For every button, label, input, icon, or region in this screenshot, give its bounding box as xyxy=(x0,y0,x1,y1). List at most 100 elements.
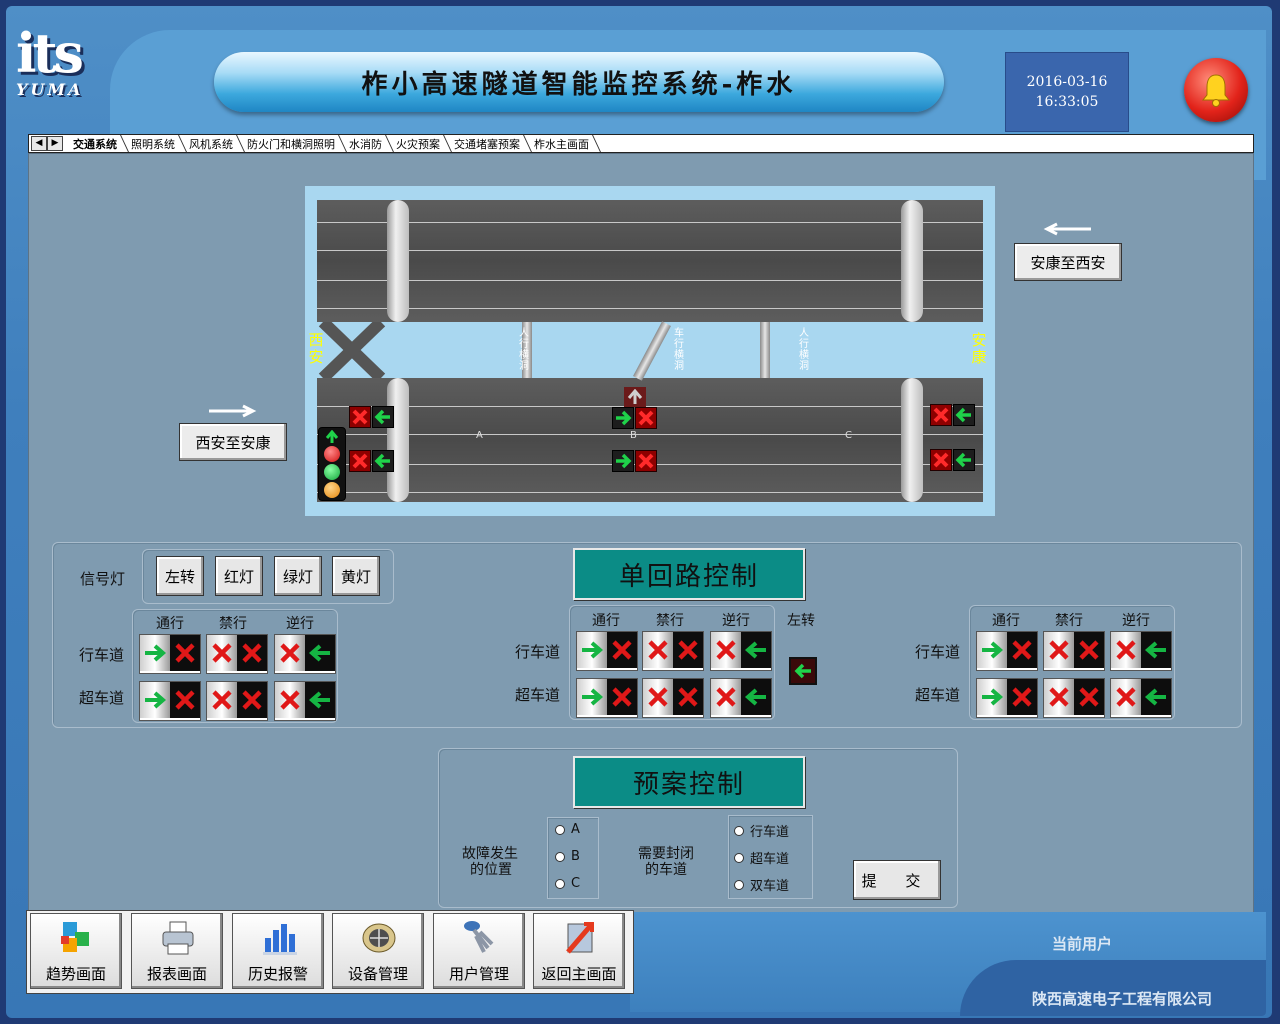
device-management-button[interactable]: 设备管理 xyxy=(332,913,424,989)
return-icon xyxy=(566,922,594,954)
lane-signal-reverse-drive-right[interactable] xyxy=(1110,631,1172,671)
history-alarm-button[interactable]: 历史报警 xyxy=(232,913,324,989)
title-bar: 柞小高速隧道智能监控系统-柞水 xyxy=(214,52,944,112)
passage-pipe-3 xyxy=(760,322,770,378)
plan-control-title: 预案控制 xyxy=(573,756,805,808)
passage-pipe-2 xyxy=(633,321,671,381)
lane-signal-pass-overtake-right[interactable] xyxy=(976,678,1038,718)
red-x-icon xyxy=(1044,632,1074,668)
current-user-label: 当前用户 xyxy=(1052,935,1113,953)
yellow-light-button[interactable]: 黄灯 xyxy=(332,556,380,596)
bell-icon xyxy=(1201,74,1231,107)
row-overtake-right: 超车道 xyxy=(915,686,961,704)
traffic-light[interactable] xyxy=(318,427,346,501)
close-option-drive[interactable]: 行车道 xyxy=(734,821,789,840)
red-x-icon xyxy=(207,682,237,718)
tunnel-signal-middle-top[interactable] xyxy=(612,407,657,429)
tab-fire-plan[interactable]: 火灾预案 xyxy=(390,136,448,152)
radio-label: 超车道 xyxy=(750,852,790,867)
red-x-icon xyxy=(275,682,305,718)
lower-tube-portal-right xyxy=(901,378,923,502)
lane-signal-pass-drive-left[interactable] xyxy=(139,634,201,674)
tab-bar: ◀ ▶ 交通系统 照明系统 风机系统 防火门和横洞照明 水消防 火灾预案 交通堵… xyxy=(28,134,1254,153)
tab-lighting[interactable]: 照明系统 xyxy=(125,136,183,152)
fault-option-a[interactable]: A xyxy=(555,822,580,837)
west-to-east-button[interactable]: 西安至安康 xyxy=(179,423,287,461)
tab-congestion-plan[interactable]: 交通堵塞预案 xyxy=(448,136,528,152)
tab-water-fire[interactable]: 水消防 xyxy=(343,136,390,152)
tab-scroll-right[interactable]: ▶ xyxy=(47,136,63,151)
tab-fan[interactable]: 风机系统 xyxy=(183,136,241,152)
lane-signal-forbid-drive-right[interactable] xyxy=(1043,631,1105,671)
red-x-icon xyxy=(711,632,741,668)
fault-option-c[interactable]: C xyxy=(555,876,580,891)
tab-traffic[interactable]: 交通系统 xyxy=(67,136,125,152)
radio-dot xyxy=(734,852,744,863)
lane-mark-b: B xyxy=(630,430,637,441)
tunnel-signal-middle-bottom[interactable] xyxy=(612,450,657,472)
tab-zhashui-main[interactable]: 柞水主画面 xyxy=(528,136,597,152)
tab-scroll-left[interactable]: ◀ xyxy=(31,136,47,151)
lane-signal-reverse-overtake-right[interactable] xyxy=(1110,678,1172,718)
tunnel-signal-left-bottom[interactable] xyxy=(349,450,394,472)
east-to-west-button[interactable]: 安康至西安 xyxy=(1014,243,1122,281)
upper-tube xyxy=(317,200,983,322)
lane-signal-forbid-drive-mid[interactable] xyxy=(642,631,704,671)
tab-fire-door[interactable]: 防火门和横洞照明 xyxy=(241,136,343,152)
close-option-both[interactable]: 双车道 xyxy=(734,875,789,894)
red-x-icon xyxy=(1111,632,1141,668)
fault-location-label-2: 的位置 xyxy=(470,862,512,878)
lane-signal-forbid-overtake-left[interactable] xyxy=(206,681,268,721)
green-light-button[interactable]: 绿灯 xyxy=(274,556,322,596)
red-x-icon xyxy=(711,679,741,715)
close-option-overtake[interactable]: 超车道 xyxy=(734,848,789,867)
lane-signal-pass-drive-mid[interactable] xyxy=(576,631,638,671)
left-turn-arrow-icon xyxy=(325,430,339,443)
submit-button[interactable]: 提 交 xyxy=(853,860,941,900)
nav-label: 趋势画面 xyxy=(45,965,106,983)
red-x-icon xyxy=(207,635,237,671)
alarm-bell-button[interactable] xyxy=(1184,58,1248,122)
fault-option-b[interactable]: B xyxy=(555,849,580,864)
lane-signal-pass-overtake-left[interactable] xyxy=(139,681,201,721)
red-light-button[interactable]: 红灯 xyxy=(215,556,263,596)
green-arrow-icon xyxy=(577,632,607,668)
lane-signal-reverse-overtake-left[interactable] xyxy=(274,681,336,721)
lane-signal-reverse-drive-mid[interactable] xyxy=(710,631,772,671)
lane-signal-forbid-overtake-right[interactable] xyxy=(1043,678,1105,718)
left-turn-signal-button[interactable] xyxy=(789,657,817,685)
trend-view-button[interactable]: 趋势画面 xyxy=(30,913,122,989)
red-x-icon xyxy=(1044,679,1074,715)
red-lamp xyxy=(324,446,340,462)
red-x-icon xyxy=(275,635,305,671)
lane-signal-reverse-drive-left[interactable] xyxy=(274,634,336,674)
red-x-icon xyxy=(1111,679,1141,715)
green-arrow-icon xyxy=(977,679,1007,715)
tunnel-signal-right-bottom[interactable] xyxy=(930,449,975,471)
passage-label-2: 车行横洞 xyxy=(674,328,684,372)
tunnel-signal-right-top[interactable] xyxy=(930,404,975,426)
green-arrow-icon xyxy=(140,635,170,671)
tunnel-up-arrow-icon[interactable] xyxy=(624,387,646,407)
nav-label: 历史报警 xyxy=(247,965,308,983)
return-main-button[interactable]: 返回主画面 xyxy=(533,913,625,989)
lane-signal-reverse-overtake-mid[interactable] xyxy=(710,678,772,718)
upper-tube-portal-right xyxy=(901,200,923,322)
tunnel-signal-left-top[interactable] xyxy=(349,406,394,428)
lane-signal-forbid-drive-left[interactable] xyxy=(206,634,268,674)
lane-signal-pass-drive-right[interactable] xyxy=(976,631,1038,671)
bar-chart-icon xyxy=(263,924,297,955)
row-drive-left: 行车道 xyxy=(79,646,125,664)
close-lane-label-2: 的车道 xyxy=(645,862,687,878)
report-view-button[interactable]: 报表画面 xyxy=(131,913,223,989)
radio-label: 双车道 xyxy=(750,879,790,894)
user-management-button[interactable]: 用户管理 xyxy=(433,913,525,989)
lane-signal-forbid-overtake-mid[interactable] xyxy=(642,678,704,718)
left-turn-button[interactable]: 左转 xyxy=(156,556,204,596)
red-x-icon xyxy=(607,679,637,715)
radio-label: B xyxy=(571,849,580,864)
left-turn-arrow-icon xyxy=(794,663,811,679)
lane-signal-pass-overtake-mid[interactable] xyxy=(576,678,638,718)
row-drive-right: 行车道 xyxy=(915,643,961,661)
radio-dot xyxy=(734,825,744,836)
